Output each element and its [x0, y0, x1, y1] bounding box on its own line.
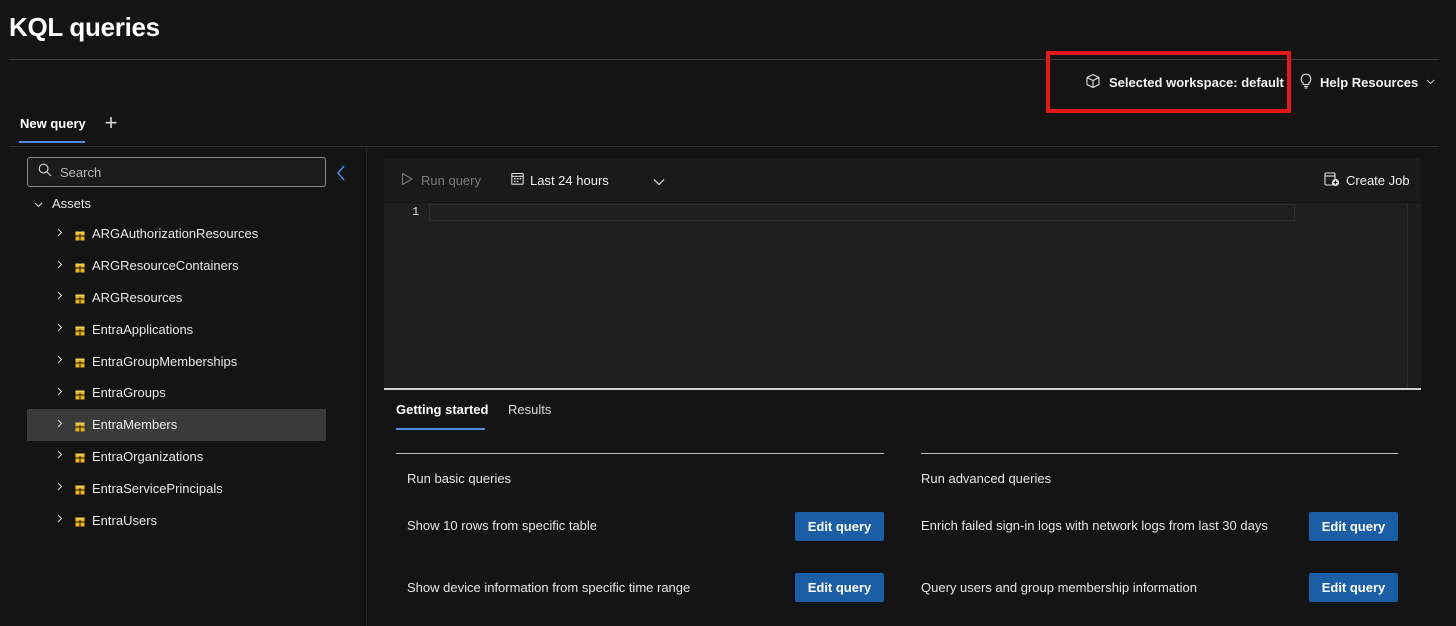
search-icon — [38, 163, 52, 182]
tree-item-entrausers[interactable]: EntraUsers — [27, 504, 326, 536]
chevron-right-icon — [57, 323, 65, 335]
tree-item-label: ARGResources — [92, 289, 183, 305]
asset-tree: ARGAuthorizationResources ARGResourceCon… — [27, 218, 326, 536]
basic-queries-heading: Run basic queries — [407, 471, 512, 486]
run-query-label: Run query — [421, 172, 481, 188]
tree-item-label: ARGAuthorizationResources — [92, 226, 259, 242]
basic-queries-divider — [396, 453, 884, 454]
chevron-right-icon — [57, 514, 65, 526]
tree-item-entraserviceprincipals[interactable]: EntraServicePrincipals — [27, 472, 326, 504]
time-range-value: Last 24 hours — [530, 172, 609, 188]
advanced-query-2-text: Query users and group membership informa… — [921, 580, 1198, 595]
time-range-dropdown[interactable]: Last 24 hours — [511, 170, 671, 190]
tree-item-entraorganizations[interactable]: EntraOrganizations — [27, 441, 326, 473]
search-field[interactable] — [27, 157, 326, 187]
tree-item-entragroups[interactable]: EntraGroups — [27, 377, 326, 409]
tree-item-entragroupmemberships[interactable]: EntraGroupMemberships — [27, 345, 326, 377]
chevron-right-icon — [57, 355, 65, 367]
advanced-queries-heading: Run advanced queries — [921, 471, 1052, 486]
results-tab-indicator — [396, 428, 485, 430]
table-icon — [75, 483, 85, 495]
workspace-label: Selected workspace: default — [1109, 74, 1284, 90]
basic-query-1-text: Show 10 rows from specific table — [407, 518, 598, 533]
table-icon — [75, 451, 85, 463]
chevron-right-icon — [57, 228, 65, 240]
run-query-button[interactable]: Run query — [400, 170, 481, 190]
chevron-left-icon — [334, 165, 348, 187]
tree-item-label: EntraMembers — [92, 417, 178, 433]
basic-query-2-text: Show device information from specific ti… — [407, 580, 691, 595]
tree-item-label: EntraServicePrincipals — [92, 480, 223, 496]
table-icon — [75, 261, 85, 273]
table-icon — [75, 292, 85, 304]
edit-query-button-basic-2[interactable]: Edit query — [795, 573, 884, 602]
play-icon — [400, 172, 414, 189]
chevron-right-icon — [57, 482, 65, 494]
tree-item-label: EntraApplications — [92, 321, 194, 337]
table-icon — [75, 356, 85, 368]
tree-item-entraapplications[interactable]: EntraApplications — [27, 313, 326, 345]
search-input[interactable] — [60, 164, 300, 180]
create-job-icon — [1324, 171, 1340, 190]
tree-item-label: EntraUsers — [92, 512, 158, 528]
help-label: Help Resources — [1320, 74, 1419, 90]
tab-getting-started[interactable]: Getting started — [396, 402, 488, 417]
tree-item-label: EntraGroupMemberships — [92, 353, 238, 369]
tabs-divider — [9, 146, 1439, 147]
advanced-query-1-text: Enrich failed sign-in logs with network … — [921, 518, 1268, 533]
tab-new-query[interactable]: New query — [20, 116, 86, 144]
chevron-down-icon — [1426, 77, 1435, 88]
table-icon — [75, 324, 85, 336]
tree-item-label: ARGResourceContainers — [92, 258, 239, 274]
advanced-queries-divider — [921, 453, 1398, 454]
help-resources-button[interactable]: Help Resources — [1299, 72, 1435, 92]
table-icon — [75, 515, 85, 527]
calendar-icon — [511, 172, 524, 188]
edit-query-button-advanced-1[interactable]: Edit query — [1309, 512, 1398, 541]
edit-query-button-advanced-2[interactable]: Edit query — [1309, 573, 1398, 602]
tab-active-indicator — [19, 141, 85, 143]
cube-icon — [1085, 73, 1101, 92]
chevron-right-icon — [57, 419, 65, 431]
tree-item-label: EntraGroups — [92, 385, 166, 401]
chevron-right-icon — [57, 291, 65, 303]
table-icon — [75, 420, 85, 432]
chevron-down-icon — [34, 196, 43, 211]
panel-divider — [366, 147, 367, 626]
workspace-selector[interactable]: Selected workspace: default — [1085, 72, 1284, 92]
chevron-right-icon — [57, 450, 65, 462]
lightbulb-icon — [1299, 73, 1313, 92]
assets-node[interactable]: Assets — [34, 193, 91, 213]
add-tab-button[interactable]: + — [101, 112, 121, 135]
tree-item-entramembers[interactable]: EntraMembers — [27, 408, 326, 441]
line-number: 1 — [412, 205, 420, 219]
assets-label: Assets — [52, 195, 92, 211]
tree-item-label: EntraOrganizations — [92, 448, 204, 464]
chevron-right-icon — [57, 260, 65, 272]
editor-scrollbar[interactable] — [1407, 203, 1421, 388]
create-job-label: Create Job — [1346, 172, 1410, 188]
table-icon — [75, 229, 85, 241]
tab-results[interactable]: Results — [508, 402, 551, 417]
tree-item-argresources[interactable]: ARGResources — [27, 282, 326, 314]
create-job-button[interactable]: Create Job — [1324, 170, 1410, 190]
query-editor[interactable] — [384, 203, 1421, 388]
edit-query-button-basic-1[interactable]: Edit query — [795, 512, 884, 541]
tree-item-argauthorizationresources[interactable]: ARGAuthorizationResources — [27, 218, 326, 250]
table-icon — [75, 388, 85, 400]
collapse-panel-button[interactable] — [334, 163, 348, 183]
page-title: KQL queries — [9, 12, 160, 42]
tree-item-argresourcecontainers[interactable]: ARGResourceContainers — [27, 250, 326, 282]
current-line-highlight — [429, 204, 1295, 221]
editor-splitter[interactable] — [384, 388, 1421, 390]
chevron-down-icon — [653, 174, 665, 189]
chevron-right-icon — [57, 387, 65, 399]
